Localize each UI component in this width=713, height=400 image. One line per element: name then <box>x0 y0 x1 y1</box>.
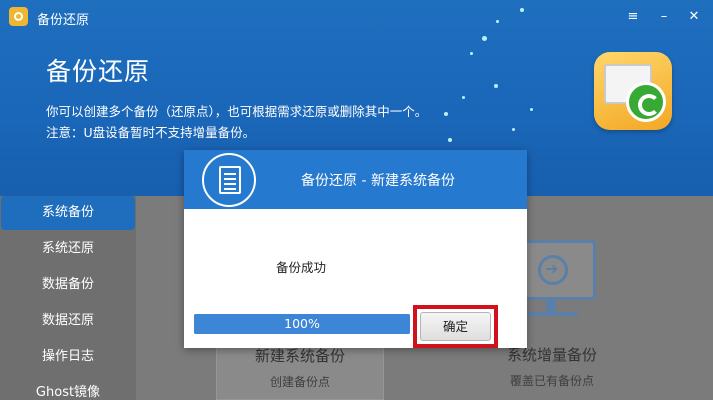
card-subtitle: 覆盖已有备份点 <box>509 374 594 388</box>
dialog-header: 备份还原 - 新建系统备份 <box>184 150 527 209</box>
sidebar-item-data-restore[interactable]: 数据还原 <box>0 304 136 338</box>
decoration-dot <box>494 84 498 88</box>
app-logo-icon <box>9 7 28 26</box>
ok-button[interactable]: 确定 <box>420 312 491 341</box>
progress-text: 100% <box>284 316 320 331</box>
minimize-button[interactable]: – <box>652 7 676 27</box>
sidebar-item-system-restore[interactable]: 系统还原 <box>0 232 136 266</box>
sidebar-item-operation-log[interactable]: 操作日志 <box>0 340 136 374</box>
decoration-dot <box>530 108 533 111</box>
card-subtitle: 创建备份点 <box>269 375 330 389</box>
menu-icon[interactable]: ≡ <box>621 7 645 27</box>
decoration-dot <box>462 96 465 99</box>
description-line-1: 你可以创建多个备份（还原点），也可根据需求还原或删除其中一个。 <box>46 104 428 119</box>
page-title: 备份还原 <box>46 57 151 86</box>
dialog-message: 备份成功 <box>276 260 327 275</box>
app-title: 备份还原 <box>37 13 90 28</box>
document-icon <box>202 153 256 207</box>
title-bar: 备份还原 ≡ – ✕ <box>0 0 713 34</box>
decoration-dot <box>482 36 487 41</box>
decoration-dot <box>512 128 515 131</box>
dialog-title: 备份还原 - 新建系统备份 <box>301 173 455 189</box>
decoration-dot <box>448 138 452 142</box>
sidebar-item-ghost-image[interactable]: Ghost镜像 <box>0 376 136 400</box>
card-title: 新建系统备份 <box>254 347 345 365</box>
sidebar: 系统备份 系统还原 数据备份 数据还原 操作日志 Ghost镜像 <box>0 196 136 400</box>
backup-dialog: 备份还原 - 新建系统备份 备份成功 100% 确定 <box>184 150 527 348</box>
monitor-base <box>526 312 578 316</box>
sidebar-item-data-backup[interactable]: 数据备份 <box>0 268 136 302</box>
decoration-dot <box>470 52 473 55</box>
description-line-2: 注意：U盘设备暂时不支持增量备份。 <box>46 125 256 140</box>
close-button[interactable]: ✕ <box>682 7 706 27</box>
decoration-dot <box>444 112 448 116</box>
backup-restore-icon <box>594 52 672 130</box>
progress-bar: 100% <box>194 314 410 334</box>
arrow-right-icon <box>538 255 568 285</box>
ok-button-highlight: 确定 <box>413 305 498 348</box>
sidebar-item-system-backup[interactable]: 系统备份 <box>1 196 135 230</box>
